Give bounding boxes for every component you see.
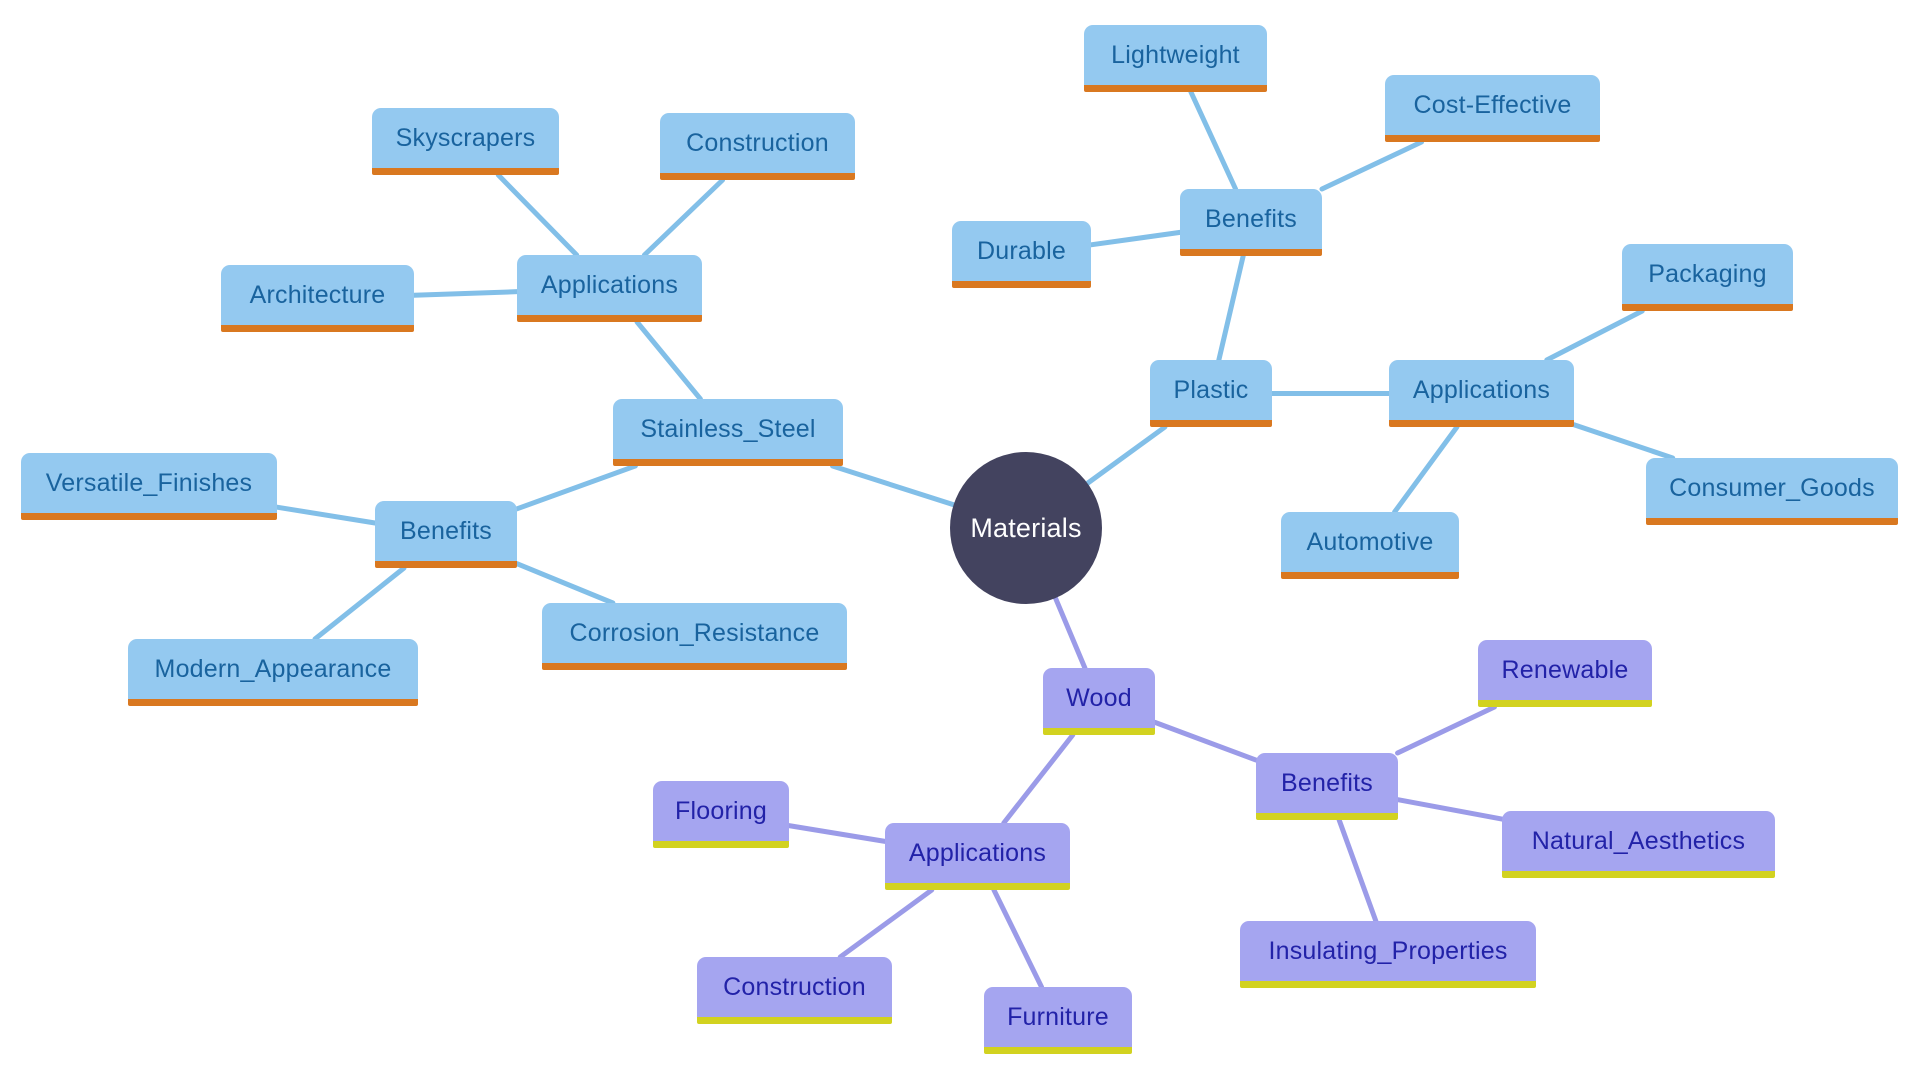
node-label: Benefits (1281, 768, 1373, 797)
edge-pl_benefits-to-pl_durable (1088, 229, 1183, 248)
node-label: Wood (1066, 683, 1132, 712)
node-wd_insulating_properties[interactable]: Insulating_Properties (1240, 921, 1536, 988)
node-label: Durable (977, 236, 1066, 265)
node-pl_consumer_goods[interactable]: Consumer_Goods (1646, 458, 1898, 525)
node-pl_benefits[interactable]: Benefits (1180, 189, 1322, 256)
node-stainless_steel[interactable]: Stainless_Steel (613, 399, 843, 466)
node-label: Applications (540, 270, 679, 299)
edge-pl_applications-to-pl_packaging (1544, 308, 1645, 363)
node-label: Modern_Appearance (154, 654, 392, 683)
edge-ss_applications-to-ss_architecture (411, 289, 520, 298)
node-ss_architecture[interactable]: Architecture (221, 265, 414, 332)
mind-map-canvas: Materials Stainless_Steel Applications Skys… (0, 0, 1920, 1080)
node-label: Stainless_Steel (640, 414, 816, 443)
node-ss_benefits[interactable]: Benefits (375, 501, 517, 568)
edge-wd_benefits-to-wd_insulating_properties (1336, 817, 1379, 924)
node-label: Benefits (1205, 204, 1297, 233)
node-label: Corrosion_Resistance (569, 618, 820, 647)
edge-stainless_steel-to-ss_benefits (514, 463, 638, 512)
node-label: Materials (970, 512, 1082, 543)
node-pl_packaging[interactable]: Packaging (1622, 244, 1793, 311)
edge-wood-to-wd_benefits (1152, 719, 1259, 763)
node-label: Flooring (675, 796, 767, 825)
node-wd_benefits[interactable]: Benefits (1256, 753, 1398, 820)
edge-materials-to-wood (1052, 595, 1088, 671)
node-wd_furniture[interactable]: Furniture (984, 987, 1132, 1054)
edge-ss_applications-to-ss_skyscrapers (495, 172, 580, 258)
node-label: Applications (908, 838, 1047, 867)
node-root-materials[interactable]: Materials (950, 452, 1102, 604)
node-label: Plastic (1173, 375, 1249, 404)
node-label: Consumer_Goods (1669, 473, 1875, 502)
edge-ss_benefits-to-ss_versatile_finishes (274, 504, 378, 526)
node-label: Construction (723, 972, 866, 1001)
edge-wd_applications-to-wd_construction (837, 887, 935, 960)
node-label: Architecture (249, 280, 386, 309)
node-ss_skyscrapers[interactable]: Skyscrapers (372, 108, 559, 175)
node-ss_applications[interactable]: Applications (517, 255, 702, 322)
node-ss_construction[interactable]: Construction (660, 113, 855, 180)
node-ss_versatile_finishes[interactable]: Versatile_Finishes (21, 453, 277, 520)
edge-ss_applications-to-ss_construction (641, 177, 726, 258)
node-label: Packaging (1648, 259, 1767, 288)
node-label: Automotive (1306, 527, 1434, 556)
edge-ss_benefits-to-ss_corrosion_resistance (514, 561, 616, 606)
edge-wd_applications-to-wd_furniture (991, 887, 1045, 990)
edge-materials-to-plastic (1084, 424, 1168, 486)
node-wd_flooring[interactable]: Flooring (653, 781, 789, 848)
edge-pl_applications-to-pl_consumer_goods (1571, 422, 1676, 461)
node-wood[interactable]: Wood (1043, 668, 1155, 735)
node-pl_cost_effective[interactable]: Cost-Effective (1385, 75, 1600, 142)
node-label: Furniture (1007, 1002, 1109, 1031)
edge-pl_applications-to-pl_automotive (1392, 424, 1460, 515)
node-label: Skyscrapers (395, 123, 536, 152)
node-ss_modern_appearance[interactable]: Modern_Appearance (128, 639, 418, 706)
node-label: Insulating_Properties (1268, 936, 1508, 965)
node-wd_renewable[interactable]: Renewable (1478, 640, 1652, 707)
node-label: Construction (686, 128, 829, 157)
node-label: Natural_Aesthetics (1531, 826, 1746, 855)
node-pl_applications[interactable]: Applications (1389, 360, 1574, 427)
node-label: Lightweight (1111, 40, 1240, 69)
node-pl_automotive[interactable]: Automotive (1281, 512, 1459, 579)
node-label: Renewable (1501, 655, 1629, 684)
edge-pl_benefits-to-pl_cost_effective (1319, 139, 1425, 192)
node-pl_lightweight[interactable]: Lightweight (1084, 25, 1267, 92)
edge-pl_benefits-to-pl_lightweight (1188, 89, 1239, 192)
node-label: Applications (1412, 375, 1551, 404)
edge-materials-to-stainless_steel (830, 463, 957, 508)
edge-wd_benefits-to-wd_renewable (1395, 704, 1497, 756)
edge-plastic-to-pl_benefits (1216, 253, 1246, 363)
node-label: Cost-Effective (1413, 90, 1572, 119)
node-wd_construction[interactable]: Construction (697, 957, 892, 1024)
node-label: Benefits (400, 516, 492, 545)
node-wd_applications[interactable]: Applications (885, 823, 1070, 890)
node-pl_durable[interactable]: Durable (952, 221, 1091, 288)
edge-ss_benefits-to-ss_modern_appearance (312, 565, 407, 642)
edge-wood-to-wd_applications (1001, 732, 1076, 826)
node-ss_corrosion_resistance[interactable]: Corrosion_Resistance (542, 603, 847, 670)
edge-stainless_steel-to-ss_applications (634, 319, 703, 402)
node-wd_natural_aesthetics[interactable]: Natural_Aesthetics (1502, 811, 1775, 878)
node-plastic[interactable]: Plastic (1150, 360, 1272, 427)
node-label: Versatile_Finishes (45, 468, 253, 497)
edge-wd_applications-to-wd_flooring (786, 823, 888, 844)
edge-wd_benefits-to-wd_natural_aesthetics (1395, 797, 1505, 822)
